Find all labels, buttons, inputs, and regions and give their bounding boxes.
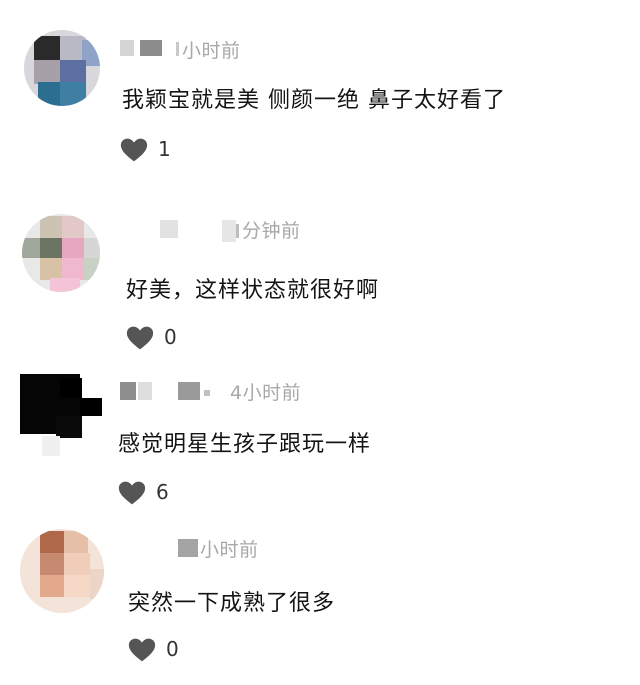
- comment-item: 分钟前 好美，这样状态就很好啊 0: [0, 190, 640, 360]
- timestamp: 4小时前: [230, 382, 302, 404]
- avatar[interactable]: [24, 30, 100, 106]
- comment-item: 小时前 我颖宝就是美 侧颜一绝 鼻子太好看了 1: [0, 0, 640, 190]
- timestamp: 小时前: [200, 539, 259, 561]
- username[interactable]: 小时前: [178, 535, 478, 561]
- avatar[interactable]: [20, 374, 102, 456]
- comment-text: 好美，这样状态就很好啊: [126, 278, 380, 303]
- like-button[interactable]: 1: [120, 136, 190, 164]
- comment-text: 我颖宝就是美 侧颜一绝 鼻子太好看了: [122, 88, 506, 113]
- like-count: 0: [166, 637, 179, 661]
- heart-icon: [118, 481, 146, 505]
- username[interactable]: 4小时前: [120, 378, 440, 404]
- comment-item: 4小时前 感觉明星生孩子跟玩一样 6: [0, 360, 640, 515]
- timestamp: 小时前: [182, 40, 241, 62]
- heart-icon: [128, 638, 156, 662]
- timestamp: 分钟前: [242, 220, 301, 242]
- avatar[interactable]: [20, 529, 104, 613]
- comment-text: 突然一下成熟了很多: [128, 591, 336, 616]
- like-button[interactable]: 0: [126, 324, 196, 352]
- comment-item: 小时前 突然一下成熟了很多 0: [0, 515, 640, 685]
- like-count: 6: [156, 480, 169, 504]
- comment-text: 感觉明星生孩子跟玩一样: [118, 432, 372, 457]
- like-count: 1: [158, 137, 171, 161]
- heart-icon: [126, 326, 154, 350]
- username[interactable]: 分钟前: [160, 216, 460, 242]
- heart-icon: [120, 138, 148, 162]
- like-button[interactable]: 6: [118, 479, 188, 507]
- like-button[interactable]: 0: [128, 636, 198, 664]
- avatar[interactable]: [22, 214, 100, 292]
- username[interactable]: 小时前: [120, 36, 420, 62]
- like-count: 0: [164, 325, 177, 349]
